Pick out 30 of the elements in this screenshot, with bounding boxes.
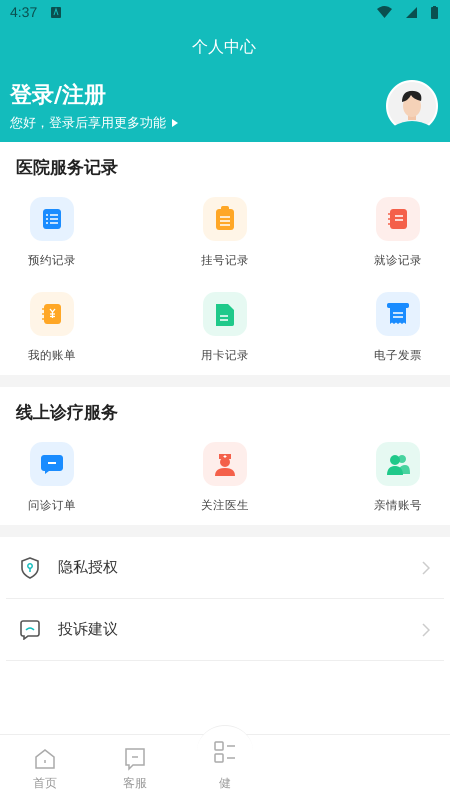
notification-icon <box>51 6 62 18</box>
caret-right-icon <box>172 119 178 127</box>
service-item[interactable]: 挂号记录 <box>188 197 261 268</box>
grid-icon <box>212 738 238 764</box>
service-item[interactable]: 就诊记录 <box>362 197 434 268</box>
avatar[interactable] <box>386 80 438 132</box>
service-item[interactable]: 电子发票 <box>362 292 434 363</box>
shield-icon <box>20 556 40 578</box>
service-item[interactable]: 问诊订单 <box>16 442 88 513</box>
menu-row[interactable]: 投诉建议 <box>6 599 444 661</box>
chevron-right-icon <box>422 622 430 636</box>
service-item[interactable]: 我的账单 <box>16 292 88 363</box>
service-item[interactable]: 用卡记录 <box>188 292 261 363</box>
status-time: 4:37 <box>10 4 38 20</box>
section-title: 医院服务记录 <box>16 157 119 179</box>
signal-icon <box>406 6 417 18</box>
section-title: 线上诊疗服务 <box>16 402 119 424</box>
chat-icon <box>20 620 40 640</box>
service-item[interactable]: 关注医生 <box>188 442 261 513</box>
wifi-icon <box>377 6 392 18</box>
menu-label: 投诉建议 <box>58 620 119 639</box>
menu-row[interactable]: 隐私授权 <box>6 537 444 599</box>
page-title: 个人中心 <box>192 36 256 58</box>
menu-label: 隐私授权 <box>58 558 119 577</box>
service-item[interactable]: 预约记录 <box>16 197 88 268</box>
service-item[interactable]: 亲情账号 <box>362 442 434 513</box>
chat-icon <box>123 747 147 771</box>
chevron-right-icon <box>422 560 430 574</box>
home-icon <box>33 747 57 771</box>
battery-icon <box>431 6 438 18</box>
